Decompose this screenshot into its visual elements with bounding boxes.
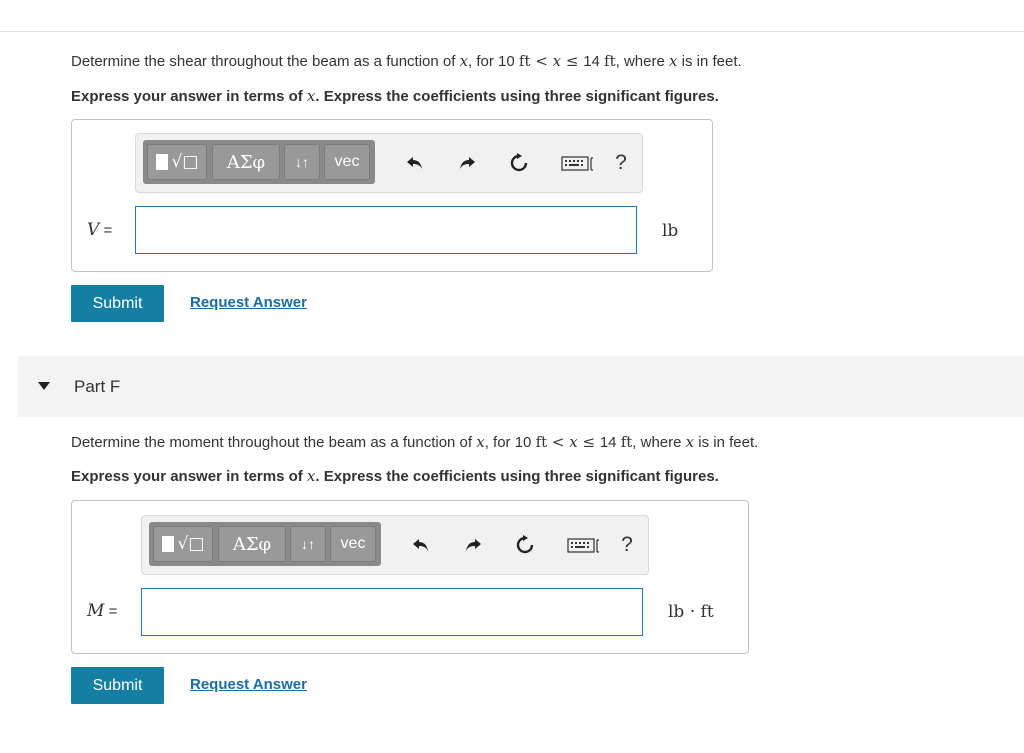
reset-icon[interactable]	[512, 532, 538, 558]
redo-icon[interactable]	[460, 532, 486, 558]
moment-answer-input[interactable]	[141, 588, 643, 636]
part-e-request-answer-link[interactable]: Request Answer	[190, 294, 307, 311]
toolbar-button-group: √□ ΑΣφ ↓↑ vec	[143, 140, 375, 184]
vector-button[interactable]: vec	[324, 144, 370, 180]
shear-unit: lb	[662, 221, 679, 241]
collapse-caret-icon[interactable]	[38, 382, 50, 390]
undo-icon[interactable]	[408, 532, 434, 558]
keyboard-icon[interactable]	[560, 150, 596, 176]
templates-button[interactable]: √□	[147, 144, 207, 180]
toolbar-button-group: √□ ΑΣφ ↓↑ vec	[149, 522, 381, 566]
reset-icon[interactable]	[506, 150, 532, 176]
keyboard-icon[interactable]	[566, 532, 602, 558]
arrows-button[interactable]: ↓↑	[284, 144, 320, 180]
greek-symbols-button[interactable]: ΑΣφ	[218, 526, 286, 562]
help-icon[interactable]: ?	[608, 150, 634, 176]
moment-unit: lb · ft	[668, 602, 714, 622]
part-f-instructions: Express your answer in terms of x. Expre…	[71, 467, 719, 485]
part-f-request-answer-link[interactable]: Request Answer	[190, 676, 307, 693]
vector-button[interactable]: vec	[330, 526, 376, 562]
help-icon[interactable]: ?	[614, 532, 640, 558]
part-f-title: Part F	[74, 377, 121, 396]
undo-icon[interactable]	[402, 150, 428, 176]
templates-button[interactable]: √□	[153, 526, 213, 562]
top-divider	[0, 31, 1024, 32]
shear-answer-input[interactable]	[135, 206, 637, 254]
part-e-prompt: Determine the shear throughout the beam …	[71, 52, 742, 70]
templates-icon	[161, 536, 174, 552]
shear-variable-label: V =	[87, 220, 113, 240]
part-f-prompt: Determine the moment throughout the beam…	[71, 433, 759, 451]
part-f-answer-box: √□ ΑΣφ ↓↑ vec ? M = lb · ft	[71, 500, 749, 654]
part-f-header[interactable]: Part F	[18, 356, 1024, 417]
templates-icon	[155, 154, 168, 170]
redo-icon[interactable]	[454, 150, 480, 176]
part-e-instructions: Express your answer in terms of x. Expre…	[71, 87, 719, 105]
arrows-button[interactable]: ↓↑	[290, 526, 326, 562]
moment-variable-label: M =	[87, 601, 118, 621]
greek-symbols-button[interactable]: ΑΣφ	[212, 144, 280, 180]
part-e-submit-button[interactable]: Submit	[71, 285, 164, 322]
part-e-math-toolbar: √□ ΑΣφ ↓↑ vec ?	[135, 133, 643, 193]
part-f-submit-button[interactable]: Submit	[71, 667, 164, 704]
part-f-math-toolbar: √□ ΑΣφ ↓↑ vec ?	[141, 515, 649, 575]
part-e-answer-box: √□ ΑΣφ ↓↑ vec ? V = lb	[71, 119, 713, 272]
